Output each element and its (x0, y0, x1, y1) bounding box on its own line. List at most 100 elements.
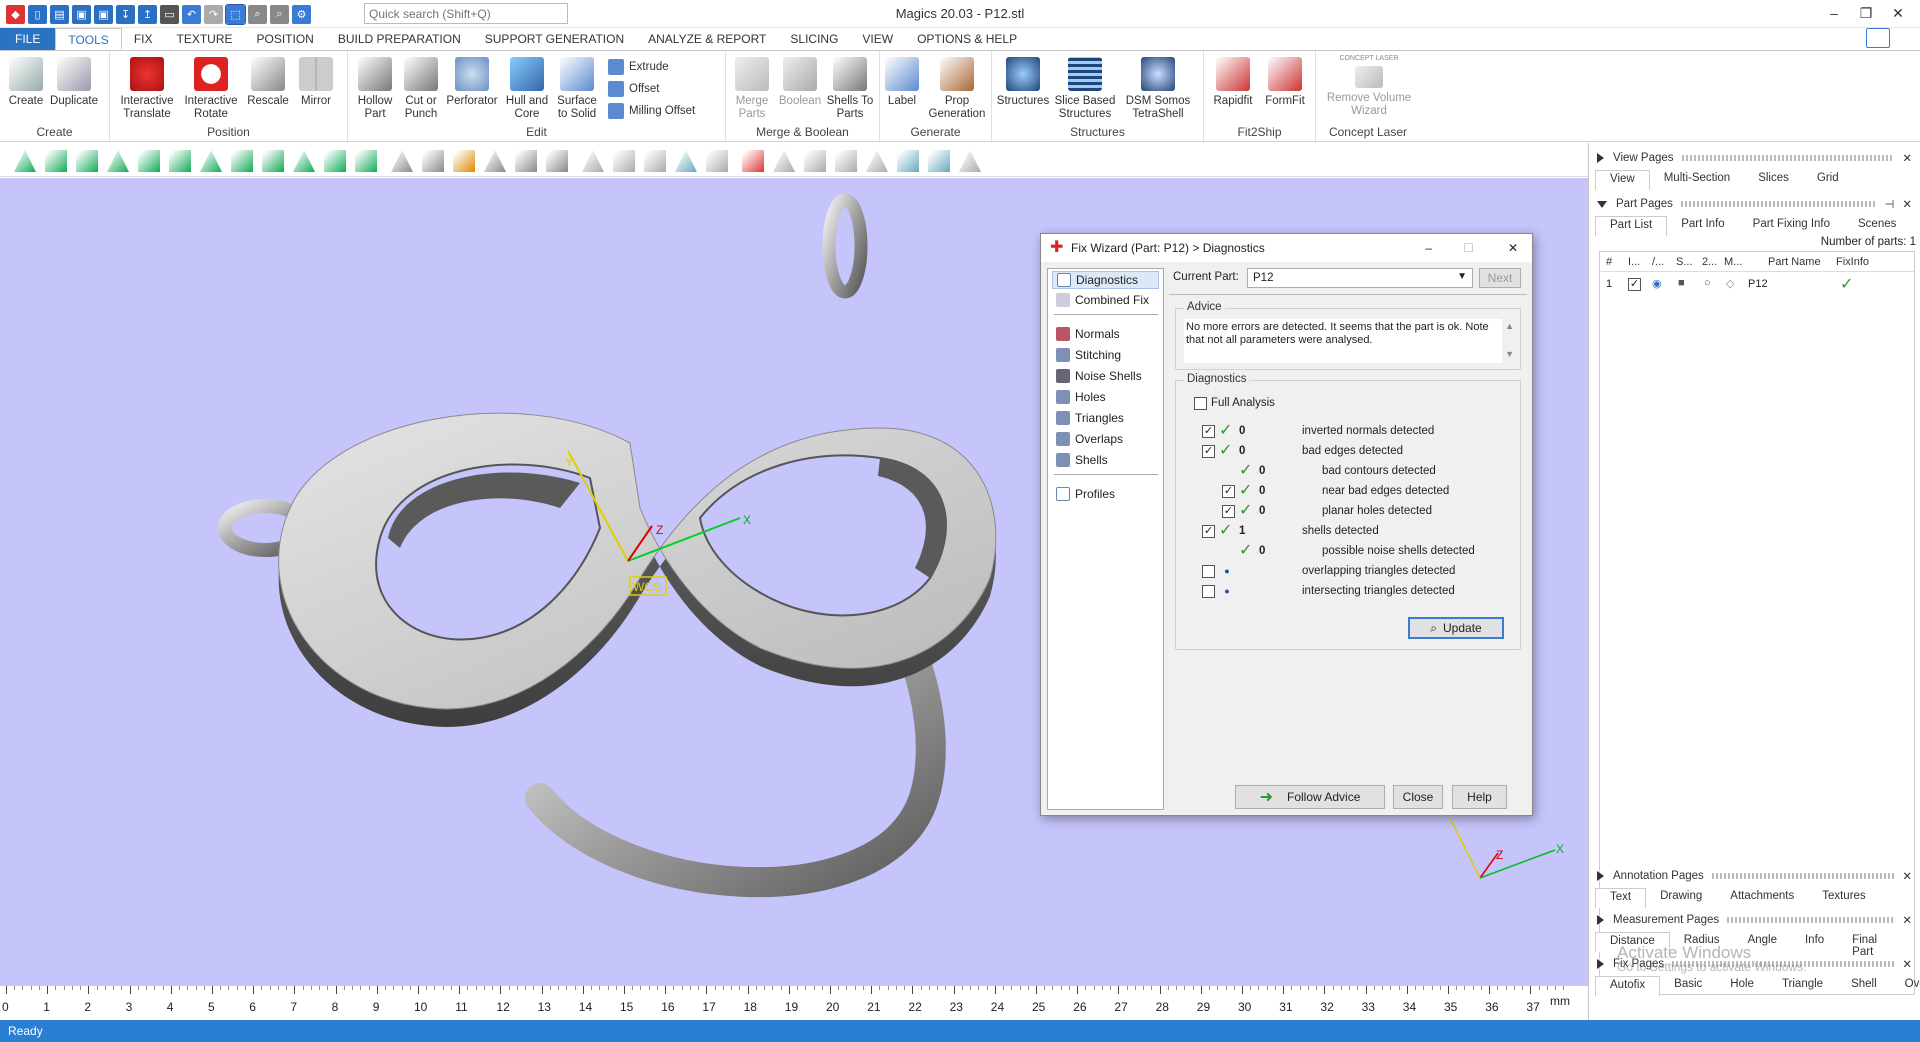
dialog-maximize-button[interactable]: ☐ (1463, 234, 1474, 262)
toolbar-tool-icon[interactable] (293, 150, 315, 172)
tab-textures[interactable]: Textures (1808, 888, 1879, 908)
diagnostic-checkbox[interactable]: ✓ (1202, 424, 1215, 438)
toolbar-tool-icon[interactable] (76, 150, 98, 172)
tab-info[interactable]: Info (1791, 932, 1838, 952)
toolbar-tool-icon[interactable] (613, 150, 635, 172)
tab-file[interactable]: FILE (0, 28, 56, 50)
export-icon[interactable]: ↥ (138, 4, 157, 24)
toolbar-tool-icon[interactable] (107, 150, 129, 172)
diagnostic-checkbox[interactable]: ✓ (1202, 524, 1215, 538)
nav-triangles[interactable]: Triangles (1052, 409, 1159, 427)
toolbar-tool-icon[interactable] (675, 150, 697, 172)
help-button[interactable]: Help (1452, 785, 1507, 809)
tab-autofix[interactable]: Autofix (1595, 976, 1661, 996)
toolbar-tool-icon[interactable] (200, 150, 222, 172)
toolbar-tool-icon[interactable] (773, 150, 795, 172)
toolbar-tool-icon[interactable] (546, 150, 568, 172)
interactive-rotate-button[interactable]: Interactive Rotate (182, 57, 240, 121)
nav-overlaps[interactable]: Overlaps (1052, 430, 1159, 448)
checkbox[interactable] (1194, 396, 1207, 410)
toolbar-tool-icon[interactable] (324, 150, 346, 172)
tab-multi-section[interactable]: Multi-Section (1650, 170, 1744, 190)
print-icon[interactable]: ▭ (160, 4, 179, 24)
hollow-part-button[interactable]: Hollow Part (352, 57, 398, 121)
next-button[interactable]: Next (1479, 268, 1521, 288)
toolbar-tool-icon[interactable] (169, 150, 191, 172)
mirror-button[interactable]: Mirror (294, 57, 338, 108)
nav-normals[interactable]: Normals (1052, 325, 1159, 343)
toolbar-tool-icon[interactable] (515, 150, 537, 172)
tab-attachments[interactable]: Attachments (1716, 888, 1808, 908)
close-icon[interactable]: ✕ (1902, 197, 1912, 211)
toolbar-tool-icon[interactable] (484, 150, 506, 172)
tab-slicing[interactable]: SLICING (778, 28, 850, 50)
restore-button[interactable]: ❐ (1850, 2, 1882, 24)
toolbar-tool-icon[interactable] (262, 150, 284, 172)
close-icon[interactable]: ✕ (1902, 957, 1912, 971)
toolbar-tool-icon[interactable] (897, 150, 919, 172)
close-icon[interactable]: ✕ (1902, 913, 1912, 927)
dsm-somos-tetrashell-button[interactable]: DSM Somos TetraShell (1120, 57, 1196, 121)
merge-parts-button[interactable]: Merge Parts (730, 57, 774, 121)
perforator-button[interactable]: Perforator (444, 57, 500, 108)
tab-support-generation[interactable]: SUPPORT GENERATION (473, 28, 636, 50)
tab-tools[interactable]: TOOLS (55, 28, 122, 50)
tab-part-info[interactable]: Part Info (1667, 216, 1738, 236)
tab-view-page[interactable]: View (1595, 170, 1650, 190)
zoom-icon[interactable]: ⌕ (248, 4, 267, 24)
nav-combined-fix[interactable]: Combined Fix (1052, 291, 1159, 309)
toolbar-tool-icon[interactable] (804, 150, 826, 172)
diagnostic-checkbox[interactable] (1202, 584, 1215, 598)
toolbar-tool-icon[interactable] (355, 150, 377, 172)
nav-diagnostics[interactable]: Diagnostics (1052, 271, 1159, 289)
pin-icon[interactable]: ⊣ (1884, 197, 1894, 211)
undo-icon[interactable]: ↶ (182, 4, 201, 24)
tab-grid[interactable]: Grid (1803, 170, 1853, 190)
surface-to-solid-button[interactable]: Surface to Solid (554, 57, 600, 121)
zoom-window-icon[interactable]: ⌕ (270, 4, 289, 24)
follow-advice-button[interactable]: ➜ Follow Advice (1235, 785, 1385, 809)
tab-basic[interactable]: Basic (1660, 976, 1716, 996)
diagnostic-checkbox[interactable] (1202, 564, 1215, 578)
nav-stitching[interactable]: Stitching (1052, 346, 1159, 364)
tab-texture[interactable]: TEXTURE (164, 28, 244, 50)
col-2[interactable]: 2... (1702, 256, 1717, 268)
toolbar-tool-icon[interactable] (959, 150, 981, 172)
table-row[interactable]: 1 ✓ ◉ ■ ○ ◇ P12 ✓ (1600, 276, 1914, 294)
boolean-button[interactable]: Boolean (776, 57, 824, 108)
tab-build-preparation[interactable]: BUILD PREPARATION (326, 28, 473, 50)
new-file-icon[interactable]: ▯ (28, 4, 47, 24)
extrude-button[interactable]: Extrude (608, 59, 669, 75)
toolbar-tool-icon[interactable] (45, 150, 67, 172)
close-button[interactable]: Close (1393, 785, 1443, 809)
toolbar-tool-icon[interactable] (231, 150, 253, 172)
remove-volume-wizard-button[interactable]: CONCEPT LASER Remove Volume Wizard (1322, 55, 1416, 118)
redo-icon[interactable]: ↷ (204, 4, 223, 24)
tab-hole[interactable]: Hole (1716, 976, 1768, 996)
scroll-up-icon[interactable]: ▲ (1505, 321, 1514, 331)
col-part-name[interactable]: Part Name (1768, 256, 1821, 268)
toolbar-tool-icon[interactable] (835, 150, 857, 172)
close-icon[interactable]: ✕ (1902, 869, 1912, 883)
toolbar-tool-icon[interactable] (391, 150, 413, 172)
col-fixinfo[interactable]: FixInfo (1836, 256, 1869, 268)
minimize-button[interactable]: – (1818, 2, 1850, 24)
tab-final-part[interactable]: Final Part (1838, 932, 1914, 958)
col-number[interactable]: # (1606, 256, 1612, 268)
interactive-translate-button[interactable]: Interactive Translate (118, 57, 176, 121)
tab-part-fixing-info[interactable]: Part Fixing Info (1739, 216, 1844, 236)
toolbar-tool-icon[interactable] (742, 150, 764, 172)
import-icon[interactable]: ↧ (116, 4, 135, 24)
nav-profiles[interactable]: Profiles (1052, 485, 1159, 503)
quick-search-input[interactable] (364, 3, 568, 24)
milling-offset-button[interactable]: Milling Offset (608, 103, 695, 119)
nav-holes[interactable]: Holes (1052, 388, 1159, 406)
prop-generation-button[interactable]: Prop Generation (926, 57, 988, 121)
layout-icon[interactable] (1866, 28, 1890, 48)
scroll-down-icon[interactable]: ▼ (1505, 349, 1514, 359)
measurement-pages-header[interactable]: Measurement Pages ✕ (1597, 911, 1912, 929)
col-m[interactable]: M... (1724, 256, 1742, 268)
include-checkbox[interactable]: ✓ (1628, 278, 1641, 291)
toolbar-tool-icon[interactable] (453, 150, 475, 172)
hull-core-button[interactable]: Hull and Core (502, 57, 552, 121)
